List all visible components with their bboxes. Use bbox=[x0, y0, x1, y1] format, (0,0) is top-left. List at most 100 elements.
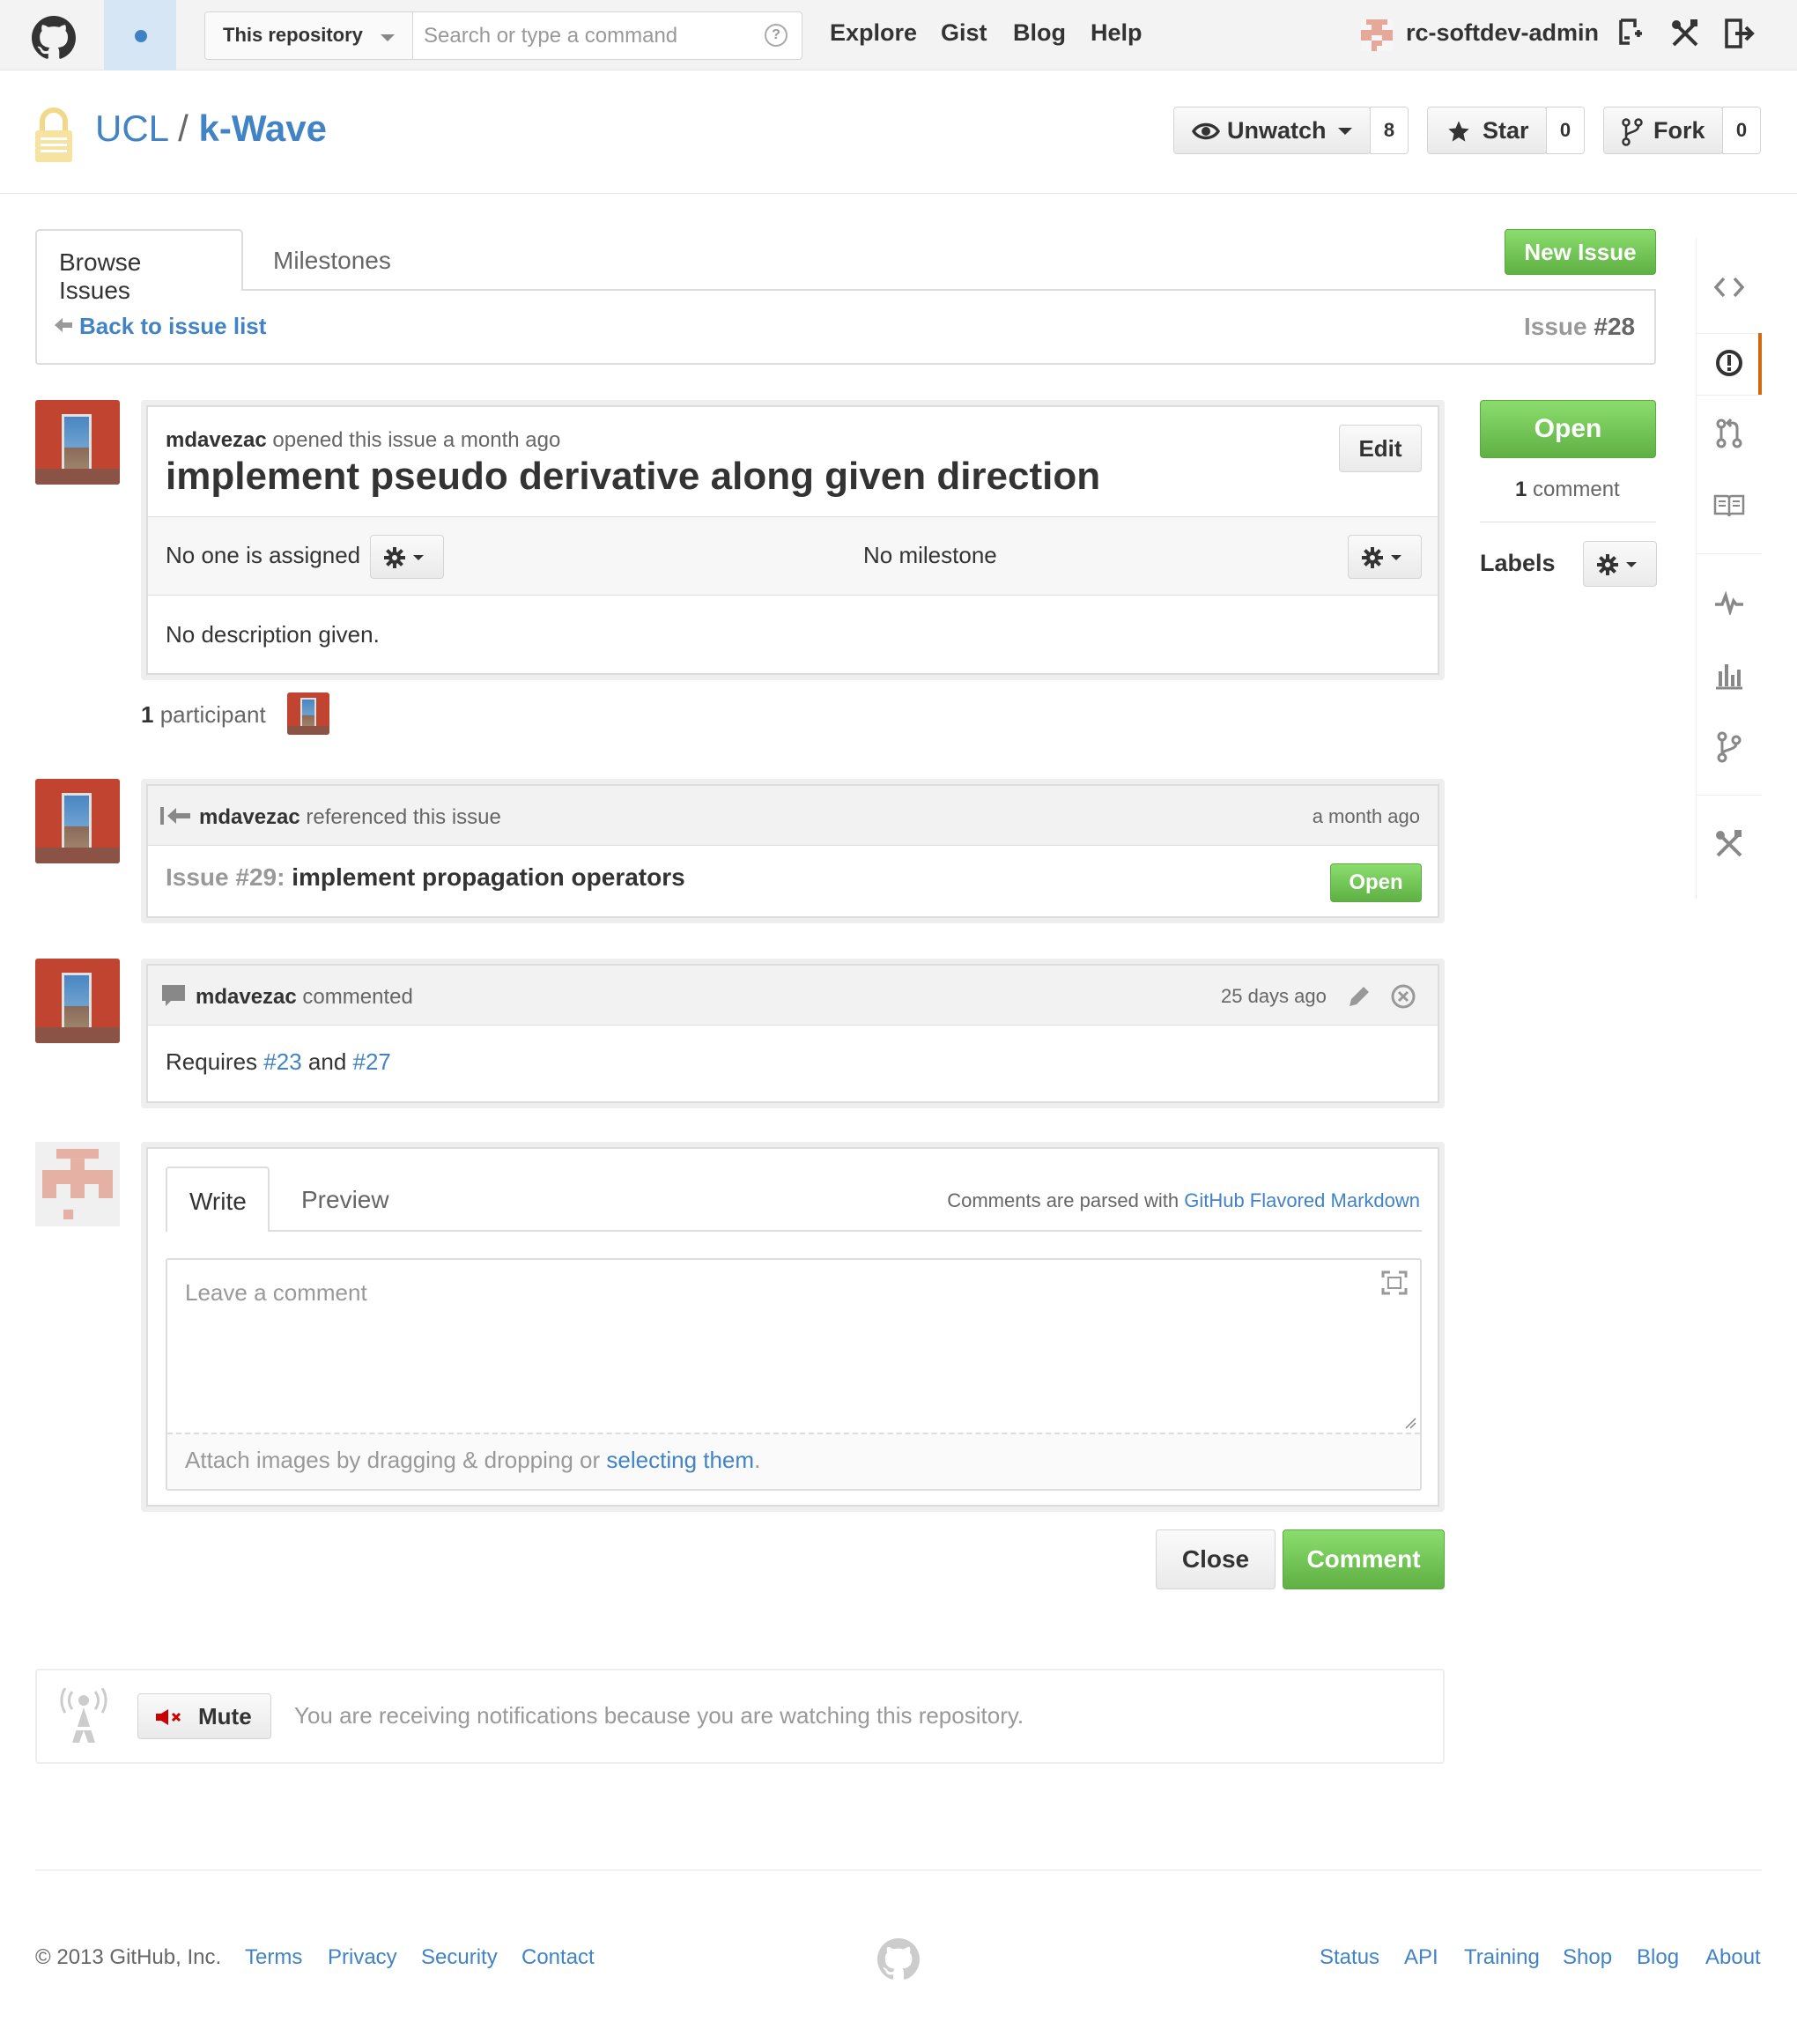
back-to-issue-list-link[interactable]: Back to issue list bbox=[55, 313, 266, 340]
footer-link-blog[interactable]: Blog bbox=[1637, 1945, 1679, 1970]
nav-help[interactable]: Help bbox=[1091, 19, 1143, 47]
notifications-indicator[interactable] bbox=[104, 0, 176, 70]
author-avatar[interactable] bbox=[35, 400, 120, 485]
copyright: © 2013 GitHub, Inc. bbox=[35, 1945, 222, 1969]
eye-icon bbox=[1192, 122, 1220, 140]
referenced-issue-link[interactable]: Issue #29: implement propagation operato… bbox=[166, 863, 685, 892]
pencil-icon[interactable] bbox=[1346, 983, 1372, 1010]
fork-button[interactable]: Fork bbox=[1603, 107, 1723, 154]
github-logo-icon[interactable] bbox=[32, 16, 76, 60]
footer-link-about[interactable]: About bbox=[1705, 1945, 1761, 1970]
unwatch-button[interactable]: Unwatch bbox=[1173, 107, 1371, 154]
tab-write[interactable]: Write bbox=[166, 1166, 270, 1232]
delete-icon[interactable] bbox=[1390, 983, 1416, 1010]
footer-link-api[interactable]: API bbox=[1404, 1945, 1438, 1970]
repo-owner-link[interactable]: UCL bbox=[95, 107, 167, 149]
pulse-icon[interactable] bbox=[1713, 590, 1745, 615]
search-scope-label: This repository bbox=[223, 24, 363, 46]
fork-count[interactable]: 0 bbox=[1722, 107, 1761, 154]
user-avatar-icon[interactable] bbox=[1361, 19, 1393, 51]
unwatch-label: Unwatch bbox=[1227, 117, 1327, 144]
comment-count-label: comment bbox=[1533, 478, 1620, 501]
network-branch-icon[interactable] bbox=[1713, 731, 1745, 763]
footer-link-privacy[interactable]: Privacy bbox=[328, 1945, 397, 1970]
comment-header: mdavezac commented 25 days ago bbox=[148, 966, 1438, 1026]
help-icon[interactable]: ? bbox=[765, 24, 788, 47]
resize-handle-icon[interactable] bbox=[1404, 1417, 1416, 1429]
search-scope-dropdown[interactable]: This repository bbox=[204, 11, 412, 60]
footer-link-terms[interactable]: Terms bbox=[245, 1945, 302, 1970]
star-label: Star bbox=[1483, 117, 1529, 144]
nav-explore[interactable]: Explore bbox=[830, 19, 917, 47]
star-count[interactable]: 0 bbox=[1546, 107, 1585, 154]
footer-link-shop[interactable]: Shop bbox=[1563, 1945, 1612, 1970]
tab-preview[interactable]: Preview bbox=[301, 1186, 389, 1214]
code-icon[interactable] bbox=[1713, 275, 1745, 300]
assignee-gear-button[interactable] bbox=[370, 535, 444, 579]
repo-name-link[interactable]: k-Wave bbox=[198, 107, 327, 149]
search-input[interactable]: Search or type a command ? bbox=[412, 11, 802, 60]
star-button[interactable]: Star bbox=[1427, 107, 1547, 154]
top-bar: This repository Search or type a command… bbox=[0, 0, 1797, 70]
markdown-note: Comments are parsed with GitHub Flavored… bbox=[947, 1189, 1420, 1212]
close-issue-button[interactable]: Close bbox=[1156, 1529, 1276, 1589]
footer-github-logo-icon[interactable] bbox=[877, 1938, 920, 1981]
footer-link-security[interactable]: Security bbox=[421, 1945, 498, 1970]
comment-panel: mdavezac commented 25 days ago Requires … bbox=[146, 964, 1439, 1103]
attach-dropzone[interactable]: Attach images by dragging & dropping or … bbox=[167, 1433, 1420, 1489]
attach-prefix: Attach images by dragging & dropping or bbox=[185, 1447, 607, 1473]
milestone-gear-button[interactable] bbox=[1348, 535, 1422, 579]
reference-author-avatar[interactable] bbox=[35, 779, 120, 863]
nav-blog[interactable]: Blog bbox=[1013, 19, 1066, 47]
nav-gist[interactable]: Gist bbox=[941, 19, 987, 47]
edit-issue-button[interactable]: Edit bbox=[1339, 425, 1422, 472]
comment-placeholder: Leave a comment bbox=[185, 1279, 367, 1306]
tab-browse-issues[interactable]: Browse Issues bbox=[35, 229, 243, 304]
issue-meta-bar: No one is assigned No milestone bbox=[148, 516, 1438, 596]
footer-link-training[interactable]: Training bbox=[1464, 1945, 1540, 1970]
participant-avatar[interactable] bbox=[287, 692, 329, 735]
select-files-link[interactable]: selecting them bbox=[606, 1447, 754, 1473]
comment-textarea[interactable]: Leave a comment Attach images by draggin… bbox=[166, 1258, 1422, 1491]
chevron-down-icon bbox=[1338, 128, 1352, 135]
new-issue-button[interactable]: New Issue bbox=[1505, 229, 1656, 275]
issue-ref-27-link[interactable]: #27 bbox=[353, 1048, 391, 1075]
issue-ref-23-link[interactable]: #23 bbox=[263, 1048, 301, 1075]
comment-button[interactable]: Comment bbox=[1283, 1529, 1445, 1589]
footer-link-status[interactable]: Status bbox=[1320, 1945, 1379, 1970]
assignee-text: No one is assigned bbox=[166, 542, 361, 568]
reference-author-link[interactable]: mdavezac bbox=[199, 805, 300, 829]
create-repo-icon[interactable] bbox=[1617, 18, 1644, 49]
comment-author-link[interactable]: mdavezac bbox=[196, 985, 297, 1009]
issues-icon[interactable] bbox=[1713, 347, 1745, 379]
graphs-icon[interactable] bbox=[1713, 659, 1745, 691]
active-nav-marker bbox=[1758, 333, 1762, 395]
watch-count[interactable]: 8 bbox=[1370, 107, 1409, 154]
mute-button[interactable]: Mute bbox=[137, 1693, 271, 1739]
comment-meta: mdavezac commented bbox=[196, 985, 413, 1010]
search-placeholder: Search or type a command bbox=[424, 24, 678, 48]
issue-number-prefix: Issue bbox=[1524, 313, 1594, 340]
markdown-help-link[interactable]: GitHub Flavored Markdown bbox=[1184, 1189, 1420, 1211]
speech-bubble-icon bbox=[162, 985, 185, 1006]
comment-author-avatar[interactable] bbox=[35, 959, 120, 1043]
tab-milestones[interactable]: Milestones bbox=[273, 247, 391, 275]
issue-title: implement pseudo derivative along given … bbox=[166, 455, 1101, 498]
wiki-book-icon[interactable] bbox=[1713, 493, 1745, 518]
repo-separator: / bbox=[178, 107, 189, 149]
issue-nav-box bbox=[35, 289, 1656, 365]
footer-link-contact[interactable]: Contact bbox=[521, 1945, 595, 1970]
settings-tools-icon[interactable] bbox=[1669, 18, 1701, 49]
repo-settings-icon[interactable] bbox=[1713, 828, 1745, 860]
fullscreen-icon[interactable] bbox=[1381, 1270, 1408, 1295]
labels-gear-button[interactable] bbox=[1583, 541, 1657, 587]
participants-label: participant bbox=[159, 701, 266, 728]
participants-count: 1 bbox=[141, 701, 154, 728]
issue-author-link[interactable]: mdavezac bbox=[166, 428, 267, 452]
sign-out-icon[interactable] bbox=[1723, 18, 1755, 49]
unread-dot-icon bbox=[135, 30, 147, 42]
reference-header: mdavezac referenced this issue a month a… bbox=[148, 786, 1438, 846]
username-link[interactable]: rc-softdev-admin bbox=[1406, 19, 1599, 47]
pull-requests-icon[interactable] bbox=[1713, 418, 1745, 449]
reference-action: referenced this issue bbox=[306, 805, 501, 829]
